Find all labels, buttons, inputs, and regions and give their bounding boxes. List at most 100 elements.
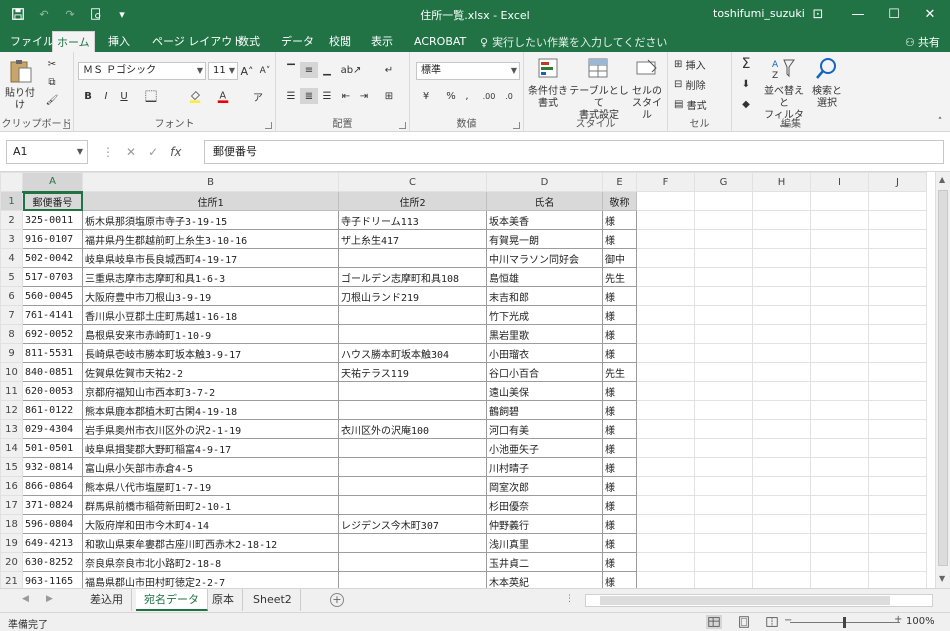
cell[interactable]: [868, 286, 927, 306]
cell[interactable]: 様: [602, 381, 637, 401]
cell[interactable]: [694, 305, 753, 325]
cell[interactable]: [338, 457, 487, 477]
cell[interactable]: 御中: [602, 248, 637, 268]
cell[interactable]: [810, 514, 869, 534]
cell[interactable]: [694, 324, 753, 344]
cell[interactable]: [810, 286, 869, 306]
cell[interactable]: 様: [602, 495, 637, 515]
cell[interactable]: [636, 229, 695, 249]
cell[interactable]: 様: [602, 457, 637, 477]
cell[interactable]: 住所1: [82, 191, 339, 211]
cell[interactable]: [868, 552, 927, 572]
cancel-icon[interactable]: ✕: [126, 145, 136, 159]
cell[interactable]: 325-0011: [22, 210, 83, 230]
cell[interactable]: [868, 267, 927, 287]
insert-function-icon[interactable]: fx: [170, 145, 181, 159]
cell[interactable]: 371-0824: [22, 495, 83, 515]
paste-label[interactable]: 貼り付け: [2, 88, 38, 112]
row-header[interactable]: 13: [0, 419, 23, 439]
cell[interactable]: [752, 191, 811, 211]
cell[interactable]: 香川県小豆郡土庄町馬越1-16-18: [82, 305, 339, 325]
row-header[interactable]: 16: [0, 476, 23, 496]
cell[interactable]: 木本英紀: [486, 571, 603, 588]
cell[interactable]: 様: [602, 305, 637, 325]
cell[interactable]: [752, 343, 811, 363]
cell[interactable]: 840-0851: [22, 362, 83, 382]
cell[interactable]: [752, 514, 811, 534]
row-header[interactable]: 19: [0, 533, 23, 553]
column-header[interactable]: D: [486, 172, 603, 192]
cell[interactable]: [810, 343, 869, 363]
align-middle-icon[interactable]: ≡: [300, 62, 318, 78]
decrease-indent-icon[interactable]: ⇤: [338, 88, 354, 104]
cell[interactable]: [810, 305, 869, 325]
cell[interactable]: [694, 495, 753, 515]
cell[interactable]: 様: [602, 343, 637, 363]
cell[interactable]: 中川マラソン同好会: [486, 248, 603, 268]
cell[interactable]: [694, 191, 753, 211]
cell[interactable]: 861-0122: [22, 400, 83, 420]
number-format-combo[interactable]: 標準 ▼: [416, 62, 520, 80]
cell[interactable]: 岩手県奥州市衣川区外の沢2-1-19: [82, 419, 339, 439]
row-header[interactable]: 11: [0, 381, 23, 401]
cell[interactable]: 560-0045: [22, 286, 83, 306]
row-header[interactable]: 12: [0, 400, 23, 420]
cell[interactable]: 奈良県奈良市北小路町2-18-8: [82, 552, 339, 572]
font-size-combo[interactable]: 11 ▼: [208, 62, 238, 80]
cell[interactable]: 佐賀県佐賀市天祐2-2: [82, 362, 339, 382]
scroll-up-icon[interactable]: ▲: [939, 175, 945, 184]
cell[interactable]: 刀根山ランド219: [338, 286, 487, 306]
cell[interactable]: [810, 476, 869, 496]
cell[interactable]: [636, 286, 695, 306]
cell[interactable]: [694, 514, 753, 534]
row-header[interactable]: 10: [0, 362, 23, 382]
paste-icon[interactable]: [8, 58, 34, 84]
cell[interactable]: [810, 267, 869, 287]
tell-me-box[interactable]: ♀ 実行したい作業を入力してください: [480, 34, 667, 50]
underline-button[interactable]: U: [116, 88, 132, 104]
cell[interactable]: 様: [602, 400, 637, 420]
row-header[interactable]: 18: [0, 514, 23, 534]
cell[interactable]: [636, 267, 695, 287]
cell[interactable]: [868, 457, 927, 477]
cell[interactable]: 浅川真里: [486, 533, 603, 553]
phonetic-icon[interactable]: ア: [250, 88, 266, 104]
comma-icon[interactable]: ,: [460, 88, 474, 104]
cell[interactable]: 811-5531: [22, 343, 83, 363]
cell[interactable]: 有賀晃一朗: [486, 229, 603, 249]
cell[interactable]: [752, 419, 811, 439]
cell[interactable]: [636, 400, 695, 420]
cell[interactable]: ザ上糸生417: [338, 229, 487, 249]
row-header[interactable]: 17: [0, 495, 23, 515]
cell[interactable]: 502-0042: [22, 248, 83, 268]
align-top-icon[interactable]: ▔: [282, 62, 300, 78]
cell[interactable]: [694, 571, 753, 588]
sheet-tab[interactable]: Sheet2: [245, 589, 301, 611]
row-header[interactable]: 20: [0, 552, 23, 572]
zoom-out-icon[interactable]: −: [784, 615, 792, 626]
cell[interactable]: 様: [602, 210, 637, 230]
sheet-tab[interactable]: 差込用: [82, 589, 132, 611]
ribbon-display-options-icon[interactable]: ⊡: [798, 0, 838, 28]
cell[interactable]: [810, 362, 869, 382]
cell[interactable]: [694, 438, 753, 458]
column-header[interactable]: H: [752, 172, 811, 192]
row-header[interactable]: 1: [0, 191, 23, 211]
cell[interactable]: 川村晴子: [486, 457, 603, 477]
cell[interactable]: 群馬県前橋市稲荷新田町2-10-1: [82, 495, 339, 515]
cell[interactable]: [636, 571, 695, 588]
tab-page-layout[interactable]: ページ レイアウト: [148, 31, 247, 52]
user-name[interactable]: toshifumi_suzuki: [713, 7, 805, 20]
next-sheet-icon[interactable]: ▶: [46, 594, 53, 604]
cell[interactable]: [338, 248, 487, 268]
cell[interactable]: [694, 419, 753, 439]
tab-acrobat[interactable]: ACROBAT: [410, 31, 470, 52]
page-break-view-icon[interactable]: [764, 615, 780, 629]
normal-view-icon[interactable]: [706, 615, 722, 629]
formula-input[interactable]: 郵便番号: [204, 140, 944, 164]
select-all-corner[interactable]: [0, 172, 23, 192]
cell[interactable]: 熊本県八代市塩屋町1-7-19: [82, 476, 339, 496]
cell[interactable]: [636, 476, 695, 496]
cell[interactable]: [868, 191, 927, 211]
sheet-tab-active[interactable]: 宛名データ: [136, 589, 208, 611]
